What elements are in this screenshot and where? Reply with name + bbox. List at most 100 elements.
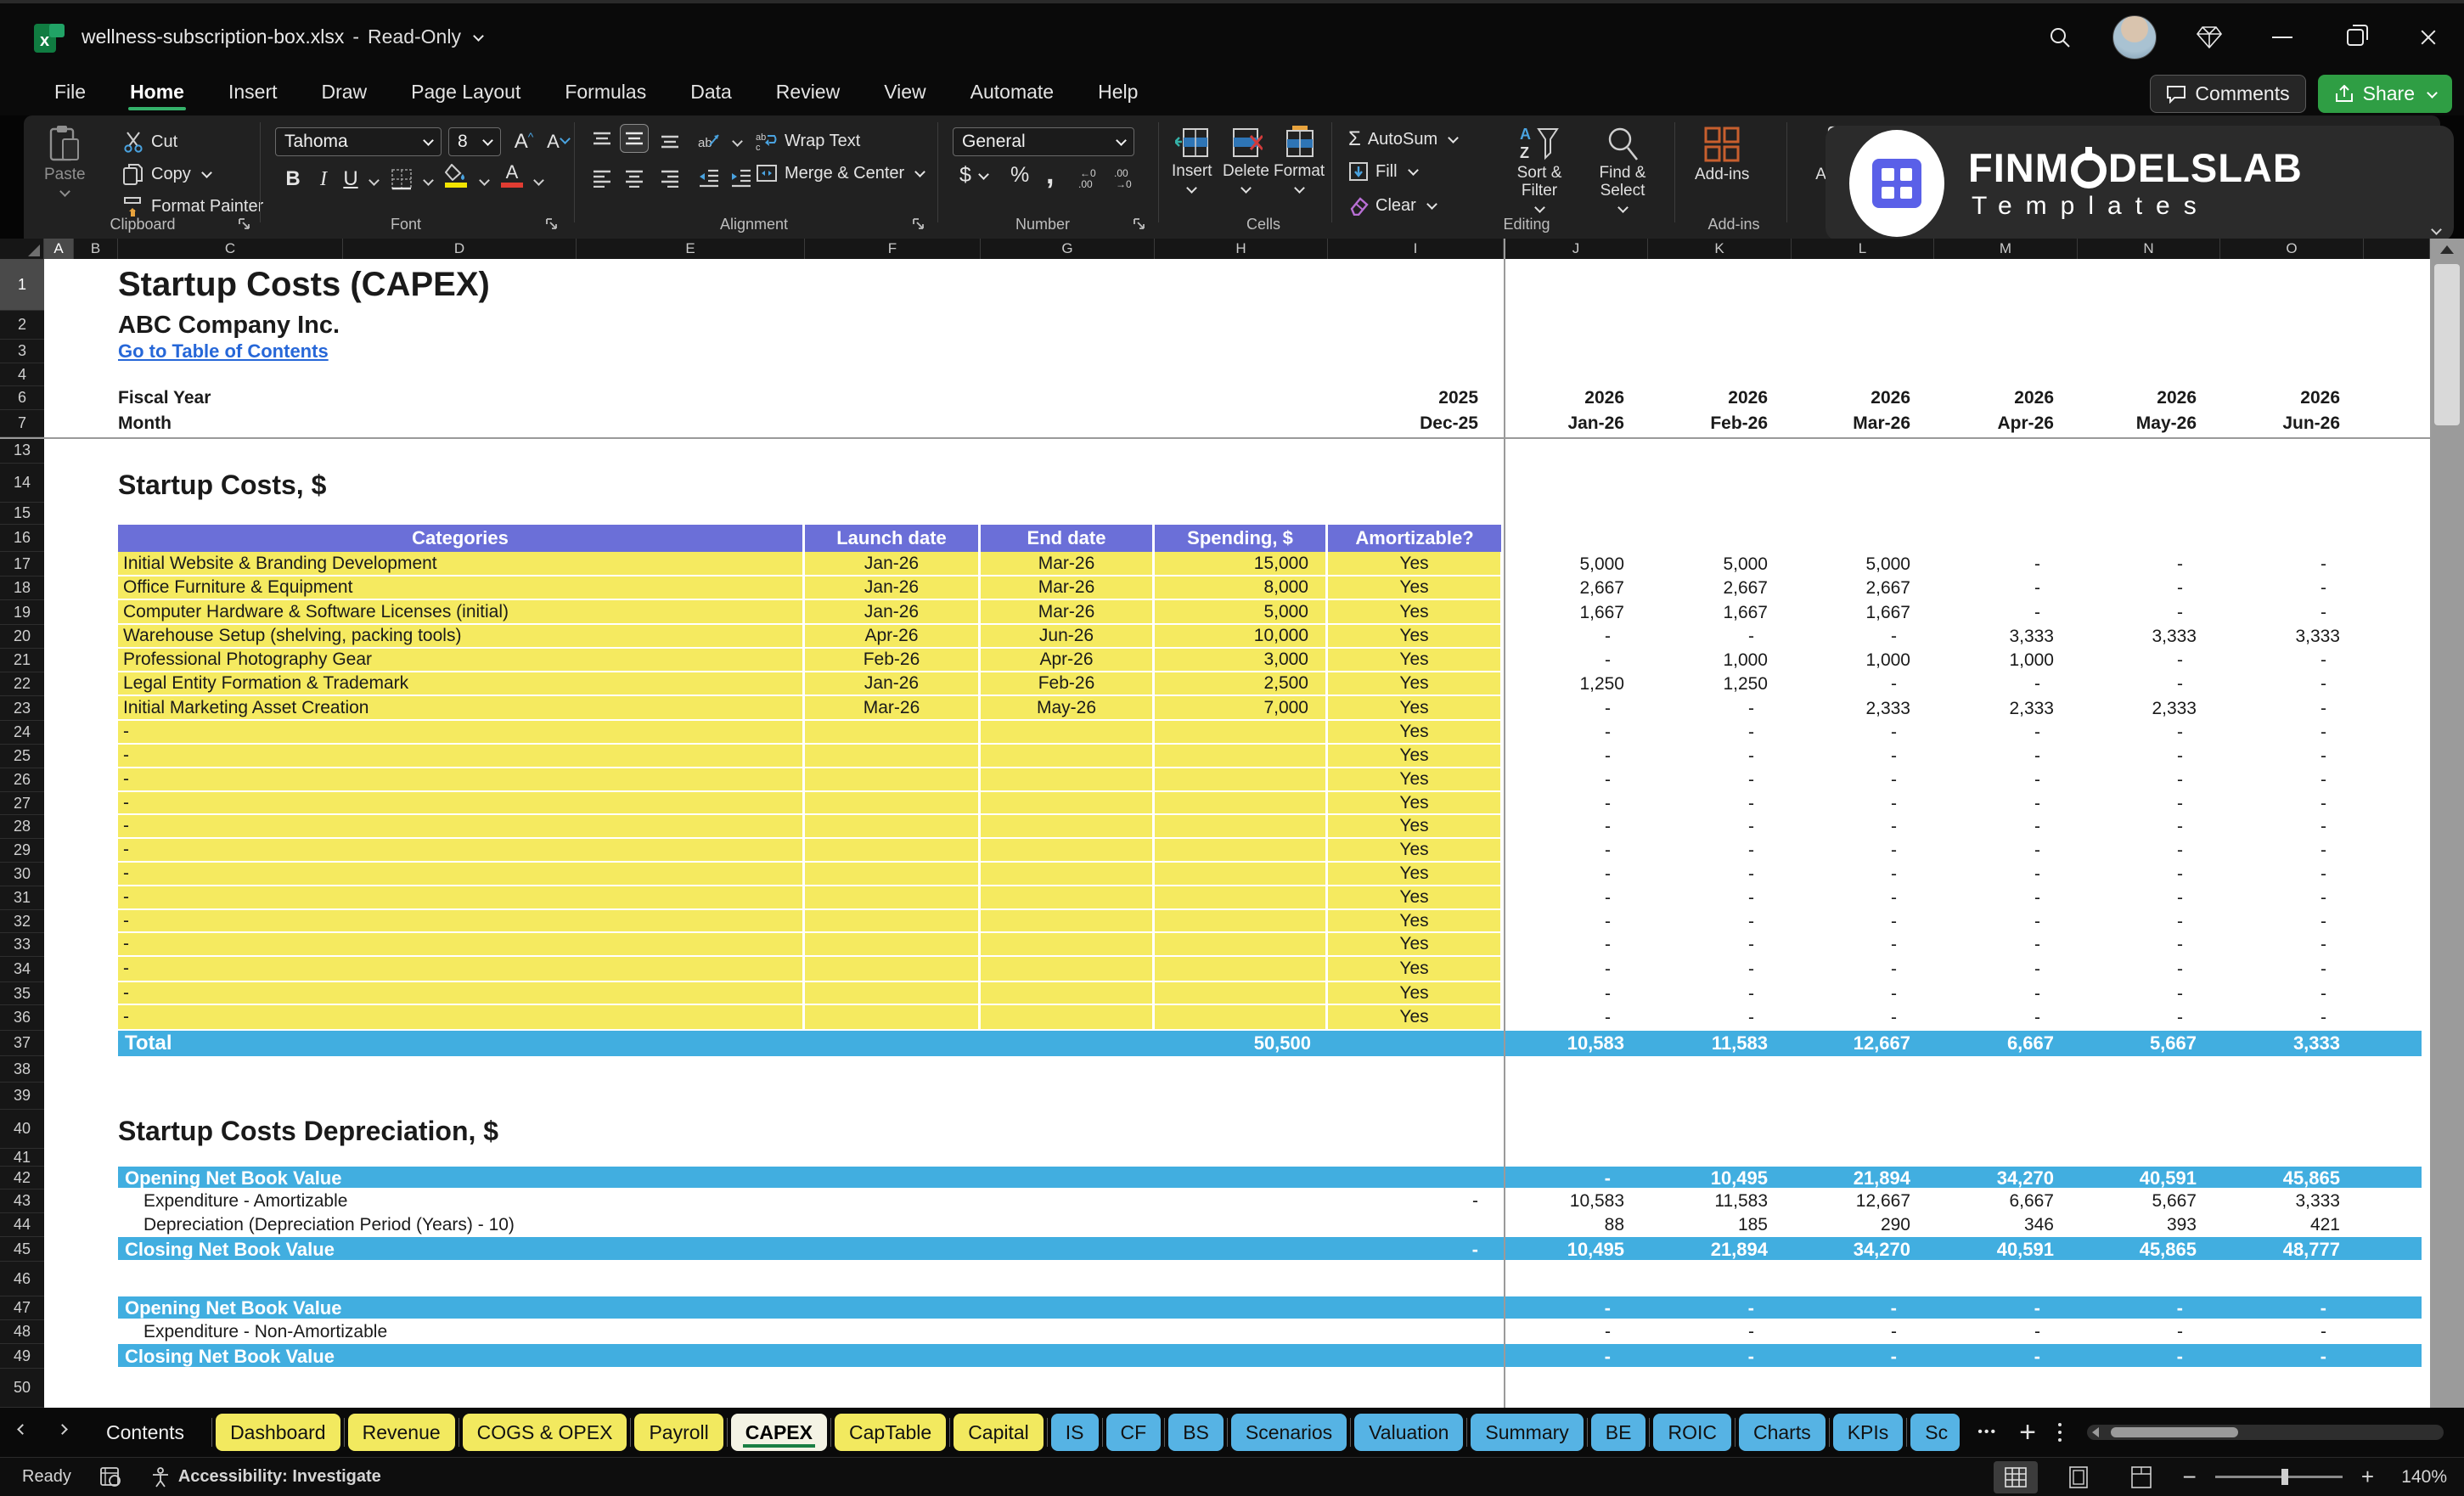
cell-month-dash[interactable]: - bbox=[1792, 982, 1897, 1005]
tab-data[interactable]: Data bbox=[672, 72, 751, 112]
toc-hyperlink[interactable]: Go to Table of Contents bbox=[118, 340, 882, 363]
cell-spending[interactable] bbox=[1155, 886, 1325, 908]
cell-month-dash[interactable]: - bbox=[2078, 649, 2183, 672]
cell-month-dash[interactable]: - bbox=[1505, 863, 1611, 886]
cell-dep-value[interactable]: 48,777 bbox=[2220, 1237, 2340, 1262]
cell-end-date[interactable] bbox=[981, 863, 1152, 885]
bold-button[interactable]: B bbox=[278, 165, 307, 194]
cell-category[interactable]: - bbox=[118, 721, 802, 743]
cell-month-dash[interactable]: - bbox=[1792, 1005, 1897, 1031]
cell-category[interactable]: - bbox=[118, 745, 802, 767]
cell-total-month[interactable]: 11,583 bbox=[1648, 1031, 1768, 1056]
cell-dep-value[interactable]: 11,583 bbox=[1648, 1189, 1768, 1213]
cell-month-dash[interactable]: - bbox=[1792, 957, 1897, 982]
align-middle-button[interactable] bbox=[620, 124, 649, 153]
cell-end-date[interactable]: Mar-26 bbox=[981, 600, 1152, 623]
cell-spending[interactable] bbox=[1155, 957, 1325, 981]
sheet-nav-forward[interactable] bbox=[40, 1425, 80, 1440]
cell-month-value[interactable]: 1,000 bbox=[1792, 649, 1910, 672]
row-header-2[interactable]: 2 bbox=[0, 311, 44, 340]
cell-dep-value[interactable]: 5,667 bbox=[2078, 1189, 2197, 1213]
column-header-E[interactable]: E bbox=[577, 239, 805, 259]
cell-launch-date[interactable]: Mar-26 bbox=[805, 696, 978, 719]
cell-amortizable[interactable]: Yes bbox=[1328, 957, 1500, 981]
cell-category[interactable]: - bbox=[118, 982, 802, 1004]
zoom-slider[interactable] bbox=[2215, 1476, 2343, 1478]
font-size-select[interactable]: 8 bbox=[448, 127, 501, 156]
sheet-tab-bs[interactable]: BS bbox=[1168, 1414, 1224, 1451]
row-header-41[interactable]: 41 bbox=[0, 1149, 44, 1167]
orientation-button[interactable]: ab bbox=[695, 126, 723, 155]
sheet-tab-capital[interactable]: Capital bbox=[954, 1414, 1044, 1451]
cell-category[interactable]: - bbox=[118, 815, 802, 837]
cell-month-value[interactable]: 2,333 bbox=[1934, 696, 2054, 721]
cell-dep-value[interactable]: - bbox=[1934, 1344, 2040, 1369]
cell-month-value[interactable]: 1,667 bbox=[1792, 600, 1910, 625]
cell-fiscal-year[interactable]: 2026 bbox=[1934, 386, 2054, 410]
align-right-button[interactable] bbox=[655, 163, 684, 192]
cell-amortizable[interactable]: Yes bbox=[1328, 1005, 1500, 1029]
align-center-button[interactable] bbox=[620, 163, 649, 192]
column-header-D[interactable]: D bbox=[343, 239, 577, 259]
cell-amortizable[interactable]: Yes bbox=[1328, 576, 1500, 599]
cell-launch-date[interactable] bbox=[805, 982, 978, 1004]
cell-amortizable[interactable]: Yes bbox=[1328, 886, 1500, 908]
cell-month-dash[interactable]: - bbox=[1792, 792, 1897, 815]
cell-dep-value[interactable]: 10,495 bbox=[1505, 1237, 1624, 1262]
number-dialog-launcher-icon[interactable] bbox=[1133, 217, 1146, 231]
autosum-button[interactable]: Σ AutoSum bbox=[1348, 127, 1457, 151]
document-title[interactable]: wellness-subscription-box.xlsx - Read-On… bbox=[82, 25, 482, 48]
cell-month-name[interactable]: Jan-26 bbox=[1505, 410, 1624, 437]
vertical-scroll-thumb[interactable] bbox=[2434, 264, 2460, 425]
cell-amortizable[interactable]: Yes bbox=[1328, 982, 1500, 1004]
row-header-36[interactable]: 36 bbox=[0, 1005, 44, 1031]
cell-month-dash[interactable]: - bbox=[1792, 721, 1897, 745]
row-header-32[interactable]: 32 bbox=[0, 910, 44, 933]
cell-end-date[interactable] bbox=[981, 1005, 1152, 1029]
sheet-tab-scenarios[interactable]: Scenarios bbox=[1231, 1414, 1347, 1451]
tab-draw[interactable]: Draw bbox=[303, 72, 386, 112]
cell-fiscal-year[interactable]: 2026 bbox=[1648, 386, 1768, 410]
cell-category[interactable]: - bbox=[118, 792, 802, 813]
cell-amortizable[interactable]: Yes bbox=[1328, 933, 1500, 955]
cell-spending[interactable] bbox=[1155, 910, 1325, 931]
cell-end-date[interactable] bbox=[981, 768, 1152, 790]
cell-month-dash[interactable]: - bbox=[2220, 696, 2326, 721]
cell-category[interactable]: Professional Photography Gear bbox=[118, 649, 802, 671]
scroll-left-arrow-icon[interactable] bbox=[2092, 1427, 2099, 1437]
cell-fiscal-year[interactable]: 2026 bbox=[1792, 386, 1910, 410]
cell-spending[interactable]: 3,000 bbox=[1155, 649, 1325, 671]
cell-fiscal-year[interactable]: 2026 bbox=[2220, 386, 2340, 410]
cell-month-dash[interactable]: - bbox=[1505, 815, 1611, 839]
cell-dep-value[interactable]: - bbox=[1648, 1296, 1754, 1320]
row-header-37[interactable]: 37 bbox=[0, 1031, 44, 1056]
sheet-tab-contents[interactable]: Contents bbox=[82, 1414, 208, 1451]
increase-decimal-button[interactable]: ←0.00 bbox=[1077, 163, 1105, 192]
copy-button[interactable]: Copy bbox=[122, 163, 211, 185]
cell-dep-value[interactable]: 185 bbox=[1648, 1213, 1768, 1237]
row-header-20[interactable]: 20 bbox=[0, 625, 44, 649]
cell-month-dash[interactable]: - bbox=[2220, 672, 2326, 696]
font-family-select[interactable]: Tahoma bbox=[275, 127, 442, 156]
cell-dep-value[interactable]: - bbox=[2220, 1296, 2326, 1320]
column-header-B[interactable]: B bbox=[74, 239, 118, 259]
cell-month-value[interactable]: 2,667 bbox=[1648, 576, 1768, 600]
row-header-38[interactable]: 38 bbox=[0, 1056, 44, 1083]
cell-month-dash[interactable]: - bbox=[2078, 982, 2183, 1005]
cell-dep-value[interactable]: - bbox=[1934, 1296, 2040, 1320]
cell-month-dash[interactable]: - bbox=[1934, 839, 2040, 863]
sort-filter-button[interactable]: AZ Sort & Filter bbox=[1503, 126, 1576, 211]
row-header-3[interactable]: 3 bbox=[0, 340, 44, 363]
cell-month-value[interactable]: 1,250 bbox=[1505, 672, 1624, 696]
cell-month-dash[interactable]: - bbox=[1505, 792, 1611, 815]
cell-month-dash[interactable]: - bbox=[1934, 982, 2040, 1005]
cell-month-value[interactable]: 1,667 bbox=[1505, 600, 1624, 625]
cell-total-spending[interactable]: 50,500 bbox=[1155, 1031, 1311, 1056]
row-header-4[interactable]: 4 bbox=[0, 363, 44, 386]
cell-amortizable[interactable]: Yes bbox=[1328, 745, 1500, 767]
cell-month-dash[interactable]: - bbox=[1505, 839, 1611, 863]
cell-amortizable[interactable]: Yes bbox=[1328, 649, 1500, 671]
cell-launch-date[interactable]: Apr-26 bbox=[805, 625, 978, 647]
cell-month-dash[interactable]: - bbox=[1934, 886, 2040, 910]
cell-category[interactable]: - bbox=[118, 933, 802, 955]
